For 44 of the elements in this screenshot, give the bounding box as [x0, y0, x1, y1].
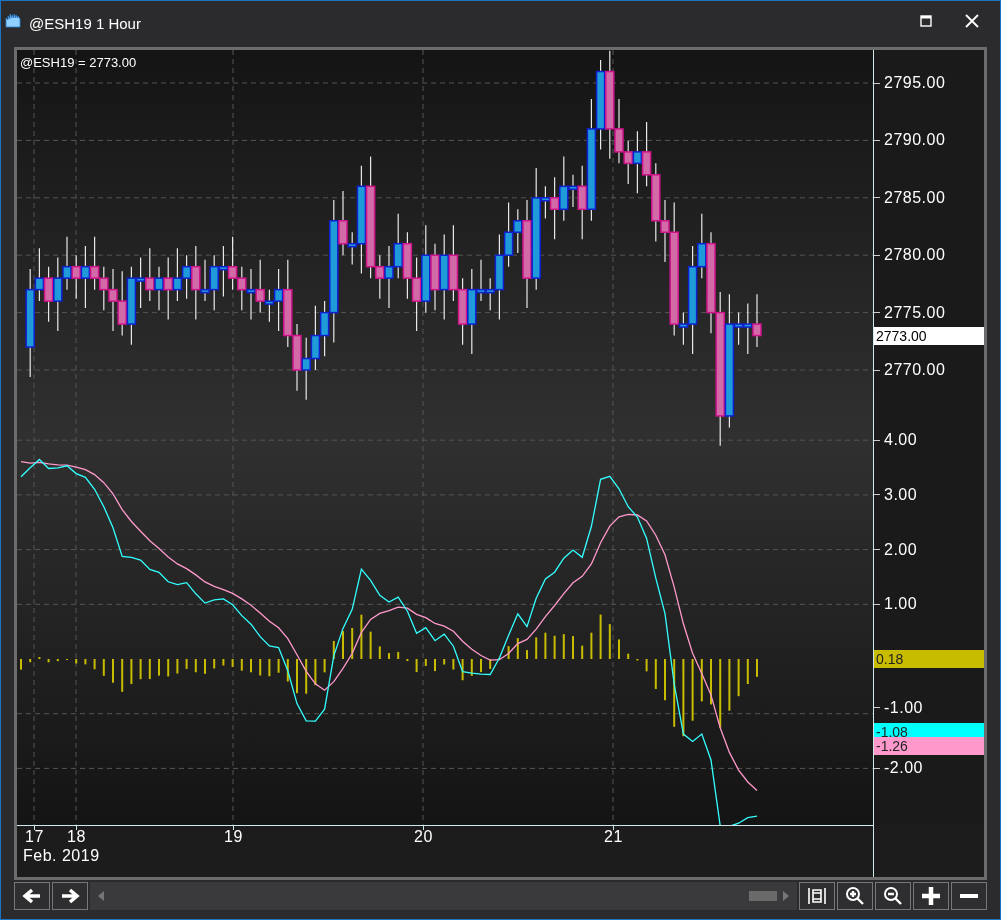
macd-tick-label: 3.00	[884, 485, 918, 504]
indicator-value-label: -1.26	[874, 736, 984, 755]
zoom-in-button[interactable]	[837, 882, 873, 910]
zoom-in-icon	[845, 886, 865, 906]
month-label: Feb. 2019	[23, 847, 100, 865]
minus-icon	[960, 893, 978, 899]
price-tick-label: 2790.00	[884, 131, 946, 150]
left-arrow-icon	[22, 888, 42, 904]
minus-button[interactable]	[951, 882, 987, 910]
plus-button[interactable]	[913, 882, 949, 910]
macd-tick-label: 4.00	[884, 431, 918, 450]
macd-tick-label: 1.00	[884, 595, 918, 614]
symbol-label: @ESH19 = 2773.00	[20, 55, 137, 70]
close-icon	[965, 14, 979, 28]
date-tick-label: 21	[604, 828, 623, 846]
indicator-value-label: 0.18	[874, 650, 984, 668]
fit-columns-icon	[807, 887, 827, 905]
date-tick-label: 19	[224, 828, 243, 846]
last-price-label: 2773.00	[874, 326, 984, 345]
scrollbar-thumb[interactable]	[749, 891, 777, 901]
zoom-out-icon	[883, 886, 903, 906]
price-tick-label: 2785.00	[884, 188, 946, 207]
scroll-right-icon[interactable]	[783, 891, 789, 901]
price-tick-label: 2780.00	[884, 246, 946, 265]
macd-tick-label: -2.00	[884, 759, 923, 778]
date-tick-label: 18	[67, 828, 86, 846]
macd-tick-label: 2.00	[884, 540, 918, 559]
forward-button[interactable]	[52, 882, 88, 910]
scroll-left-icon[interactable]	[98, 891, 104, 901]
date-tick-label: 20	[414, 828, 433, 846]
macd-tick-label: -1.00	[884, 698, 923, 717]
price-tick-label: 2775.00	[884, 303, 946, 322]
window-title: @ESH19 1 Hour	[29, 14, 142, 32]
plus-icon	[921, 886, 941, 906]
right-arrow-icon	[60, 888, 80, 904]
date-tick-label: 17	[25, 828, 44, 846]
back-button[interactable]	[14, 882, 50, 910]
price-tick-label: 2770.00	[884, 361, 946, 379]
price-tick-label: 2795.00	[884, 74, 946, 92]
fit-button[interactable]	[799, 882, 835, 910]
horizontal-scrollbar[interactable]	[90, 882, 797, 910]
zoom-out-button[interactable]	[875, 882, 911, 910]
app-icon	[5, 13, 23, 29]
maximize-icon	[920, 15, 932, 27]
